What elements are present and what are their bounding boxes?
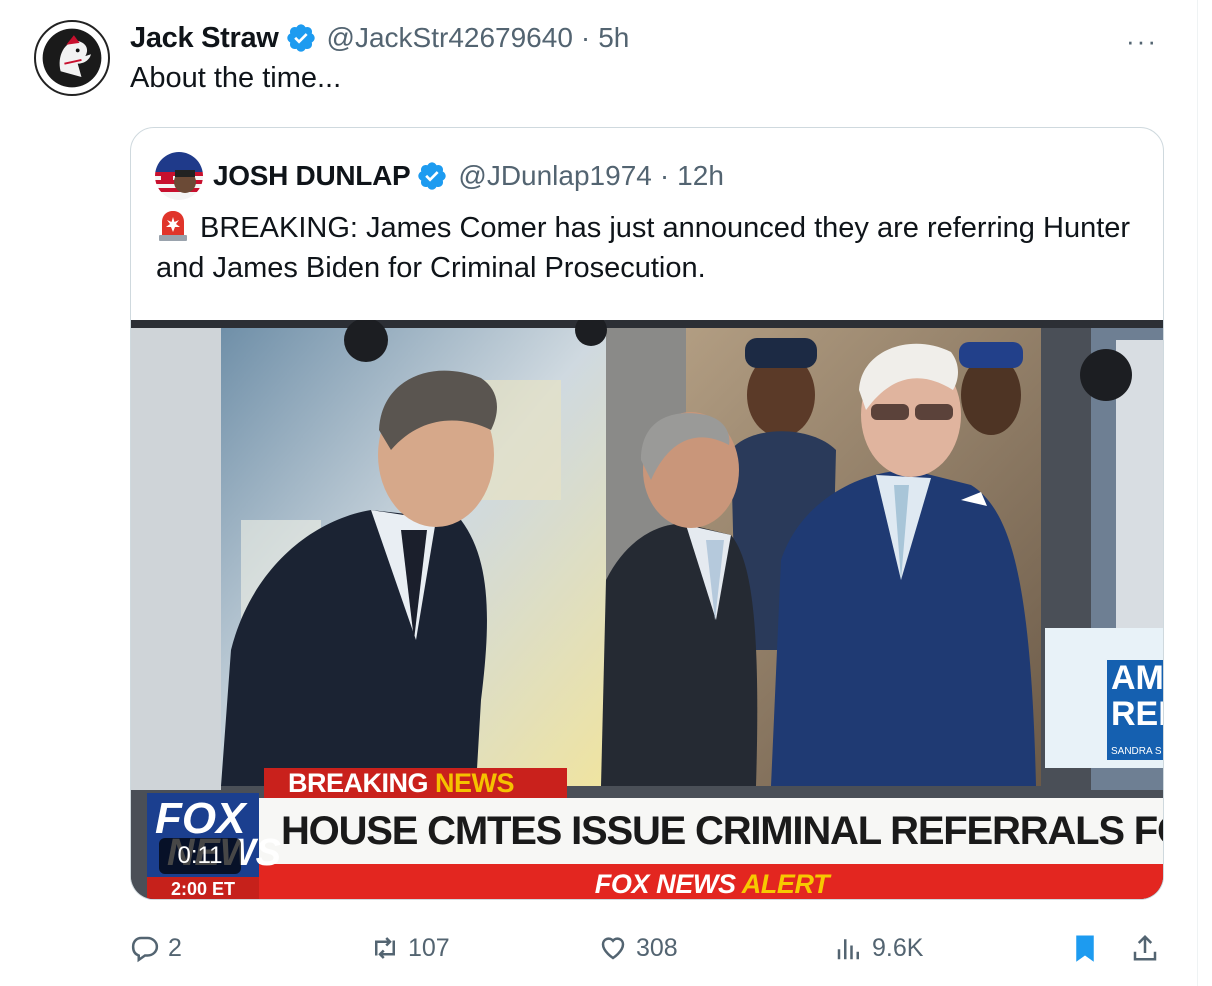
author-avatar[interactable] — [34, 20, 110, 96]
tweet-action-bar: 2 107 308 9.6K — [0, 928, 1212, 968]
reply-button[interactable]: 2 — [130, 928, 182, 968]
alert-word: ALERT — [741, 869, 830, 899]
video-player[interactable]: AM REI SANDRA S BREAKING NEWS HOUSE CMTE… — [131, 320, 1163, 899]
news-headline: HOUSE CMTES ISSUE CRIMINAL REFERRALS FOR… — [259, 798, 1163, 864]
views-icon — [837, 939, 859, 960]
video-timer: 0:11 — [159, 838, 241, 874]
quoted-time-separator: · — [659, 160, 670, 191]
broadcast-clock: 2:00 ET — [147, 877, 259, 899]
quoted-timestamp[interactable]: 12h — [677, 160, 724, 192]
more-options-icon[interactable]: ··· — [1126, 26, 1158, 57]
bookmark-icon — [1076, 935, 1094, 962]
side-promo-text: AM REI — [1107, 660, 1163, 744]
repost-icon — [375, 937, 395, 959]
author-name[interactable]: Jack Straw — [130, 22, 279, 55]
quoted-author-handle[interactable]: @JDunlap1974 — [458, 160, 651, 192]
quoted-tweet-card[interactable]: JOSH DUNLAP @JDunlap1974 · 12h BREAKING:… — [130, 127, 1164, 900]
repost-count: 107 — [408, 933, 450, 962]
tweet-text: About the time... — [130, 62, 342, 94]
quoted-author-avatar[interactable] — [155, 152, 203, 200]
banner-news: NEWS — [435, 768, 515, 798]
breaking-news-banner: BREAKING NEWS — [264, 768, 567, 798]
avatar-image — [37, 23, 107, 93]
view-count: 9.6K — [872, 933, 924, 962]
reply-icon — [131, 936, 159, 963]
alert-prefix: FOX NEWS — [594, 869, 736, 899]
tweet-timestamp[interactable]: 5h — [598, 22, 629, 54]
author-handle[interactable]: @JackStr42679640 — [327, 22, 573, 54]
quoted-tweet-text: BREAKING: James Comer has just announced… — [156, 208, 1156, 288]
side-promo-tag: SANDRA S — [1107, 744, 1163, 760]
time-separator: · — [580, 22, 591, 53]
verified-badge-icon[interactable] — [416, 160, 448, 192]
share-icon — [1133, 934, 1157, 961]
bookmark-button[interactable] — [1070, 928, 1108, 968]
banner-breaking: BREAKING — [288, 768, 429, 798]
reply-count: 2 — [168, 933, 182, 962]
share-button[interactable] — [1130, 928, 1168, 968]
heart-icon — [601, 937, 625, 960]
tweet-header: Jack Straw @JackStr42679640 · 5h — [130, 18, 629, 58]
like-count: 308 — [636, 933, 678, 962]
quoted-tweet-header: JOSH DUNLAP @JDunlap1974 · 12h — [213, 156, 724, 196]
side-promo-panel: AM REI SANDRA S — [1045, 628, 1163, 768]
views-button[interactable]: 9.6K — [834, 928, 923, 968]
quoted-author-name[interactable]: JOSH DUNLAP — [213, 160, 411, 192]
quoted-avatar-image — [155, 152, 203, 200]
fox-news-alert-bar: FOX NEWS ALERT — [259, 864, 1163, 899]
verified-badge-icon[interactable] — [285, 22, 317, 54]
rotating-light-icon — [159, 211, 187, 241]
column-divider — [1197, 0, 1198, 986]
like-button[interactable]: 308 — [598, 928, 678, 968]
quoted-tweet-body: BREAKING: James Comer has just announced… — [156, 212, 1131, 284]
repost-button[interactable]: 107 — [370, 928, 450, 968]
